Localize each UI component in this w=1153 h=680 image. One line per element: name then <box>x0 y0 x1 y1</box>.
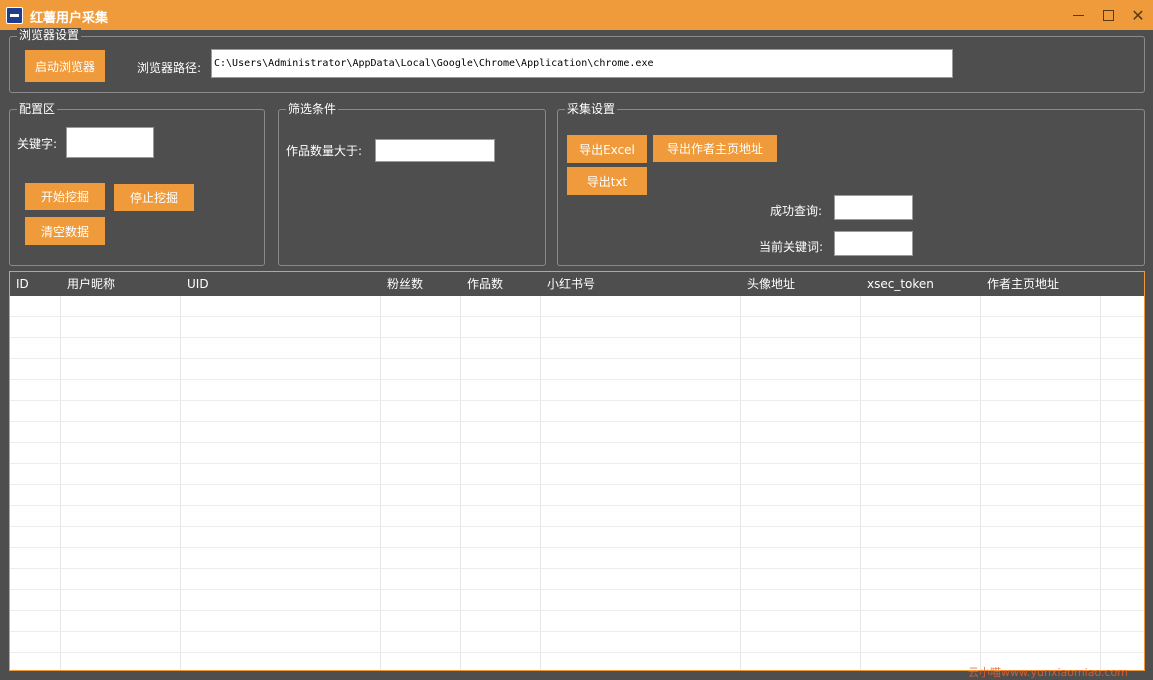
row-divider <box>10 526 1144 527</box>
row-divider <box>10 358 1144 359</box>
close-icon: ✕ <box>1131 5 1145 25</box>
column-header-fans[interactable]: 粉丝数 <box>381 272 423 296</box>
data-table[interactable]: ID 用户昵称 UID 粉丝数 作品数 小红书号 头像地址 xsec_token… <box>9 271 1145 671</box>
column-header-avatar-url[interactable]: 头像地址 <box>741 272 795 296</box>
column-header-uid[interactable]: UID <box>181 272 209 296</box>
export-txt-button[interactable]: 导出txt <box>567 167 647 195</box>
row-divider <box>10 463 1144 464</box>
browser-path-label: 浏览器路径: <box>137 61 202 75</box>
row-divider <box>10 442 1144 443</box>
column-header-xhs-id[interactable]: 小红书号 <box>541 272 595 296</box>
minimize-button[interactable] <box>1066 3 1090 27</box>
row-divider <box>10 400 1144 401</box>
row-divider <box>10 337 1144 338</box>
success-query-label: 成功查询: <box>770 204 823 218</box>
close-button[interactable]: ✕ <box>1126 3 1150 27</box>
config-group: 配置区 关键字: 开始挖掘 停止挖掘 清空数据 <box>9 102 265 266</box>
browser-settings-group: 浏览器设置 启动浏览器 浏览器路径: C:\Users\Administrato… <box>9 28 1145 93</box>
current-keyword-label: 当前关键词: <box>759 240 824 254</box>
stop-mining-button[interactable]: 停止挖掘 <box>114 184 194 211</box>
minimize-icon <box>1072 14 1084 16</box>
row-divider <box>10 610 1144 611</box>
table-header: ID 用户昵称 UID 粉丝数 作品数 小红书号 头像地址 xsec_token… <box>10 272 1144 296</box>
keyword-input[interactable] <box>66 127 154 158</box>
column-divider <box>860 296 861 670</box>
row-divider <box>10 589 1144 590</box>
start-mining-button[interactable]: 开始挖掘 <box>25 183 105 210</box>
keyword-label: 关键字: <box>17 137 58 151</box>
row-divider <box>10 568 1144 569</box>
row-divider <box>10 379 1144 380</box>
column-divider <box>980 296 981 670</box>
filter-group: 筛选条件 作品数量大于: <box>278 102 546 266</box>
column-divider <box>60 296 61 670</box>
row-divider <box>10 316 1144 317</box>
column-divider <box>740 296 741 670</box>
row-divider <box>10 631 1144 632</box>
column-divider <box>460 296 461 670</box>
row-divider <box>10 505 1144 506</box>
works-count-label: 作品数量大于: <box>286 144 363 158</box>
browser-path-input[interactable]: C:\Users\Administrator\AppData\Local\Goo… <box>211 49 953 78</box>
collect-settings-title: 采集设置 <box>565 102 618 116</box>
row-divider <box>10 421 1144 422</box>
maximize-icon <box>1102 9 1114 21</box>
config-title: 配置区 <box>17 102 58 116</box>
table-body <box>10 296 1144 670</box>
window-title: 红薯用户采集 <box>30 11 109 26</box>
row-divider <box>10 484 1144 485</box>
clear-data-button[interactable]: 清空数据 <box>25 217 105 245</box>
current-keyword-input[interactable] <box>834 231 913 256</box>
column-header-nickname[interactable]: 用户昵称 <box>61 272 115 296</box>
row-divider <box>10 547 1144 548</box>
launch-browser-button[interactable]: 启动浏览器 <box>25 50 105 82</box>
row-divider <box>10 652 1144 653</box>
collect-settings-group: 采集设置 导出Excel 导出作者主页地址 导出txt 成功查询: 当前关键词: <box>557 102 1145 266</box>
column-divider <box>540 296 541 670</box>
filter-title: 筛选条件 <box>286 102 339 116</box>
column-header-works[interactable]: 作品数 <box>461 272 503 296</box>
browser-settings-title: 浏览器设置 <box>17 28 82 42</box>
column-header-xsec-token[interactable]: xsec_token <box>861 272 934 296</box>
column-header-homepage-url[interactable]: 作者主页地址 <box>981 272 1059 296</box>
export-homepage-button[interactable]: 导出作者主页地址 <box>653 135 777 162</box>
title-bar: 红薯用户采集 ✕ <box>0 0 1153 30</box>
column-divider <box>1100 296 1101 670</box>
column-divider <box>380 296 381 670</box>
works-count-input[interactable] <box>375 139 495 162</box>
app-icon <box>6 7 23 24</box>
column-header-id[interactable]: ID <box>10 272 29 296</box>
success-query-input[interactable] <box>834 195 913 220</box>
export-excel-button[interactable]: 导出Excel <box>567 135 647 163</box>
maximize-button[interactable] <box>1096 3 1120 27</box>
column-divider <box>180 296 181 670</box>
watermark: 云小喵www.yunxiaomiao.com <box>968 666 1129 679</box>
